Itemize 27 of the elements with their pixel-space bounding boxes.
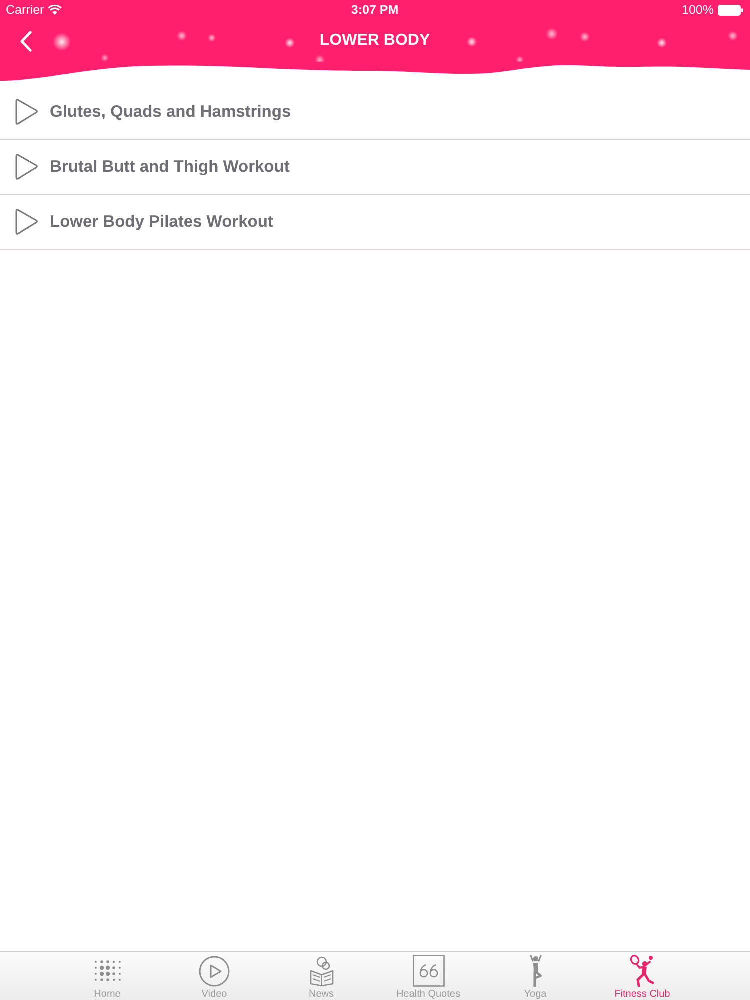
dot-grid-icon [92, 959, 122, 983]
status-time: 3:07 PM [351, 3, 399, 17]
workout-row[interactable]: Glutes, Quads and Hamstrings [0, 85, 750, 140]
tab-item[interactable]: Health Quotes [375, 952, 482, 1000]
tab-item[interactable]: Home [54, 952, 161, 1000]
workout-row[interactable]: Lower Body Pilates Workout [0, 195, 750, 250]
workout-title: Glutes, Quads and Hamstrings [50, 102, 292, 122]
back-chevron-icon [20, 30, 32, 52]
tab-item[interactable]: Video [161, 952, 268, 1000]
tab-item[interactable]: Yoga [482, 952, 589, 1000]
carrier-label: Carrier [6, 3, 44, 17]
person-reading-icon [308, 956, 334, 986]
battery-icon [718, 4, 744, 16]
play-icon [14, 153, 39, 181]
tennis-player-icon [630, 955, 656, 987]
battery-percent: 100% [682, 3, 714, 17]
play-icon [14, 98, 39, 126]
page-title: LOWER BODY [320, 32, 430, 50]
play-icon [14, 208, 39, 236]
tab-item[interactable]: Fitness Club [589, 952, 696, 1000]
workout-title: Brutal Butt and Thigh Workout [50, 158, 290, 176]
workout-row[interactable]: Brutal Butt and Thigh Workout [0, 140, 750, 195]
tab-item[interactable]: News [268, 952, 375, 1000]
play-circle-icon [199, 956, 230, 986]
workout-title: Lower Body Pilates Workout [50, 212, 274, 232]
quote-icon [412, 955, 444, 987]
wifi-icon [48, 5, 62, 15]
